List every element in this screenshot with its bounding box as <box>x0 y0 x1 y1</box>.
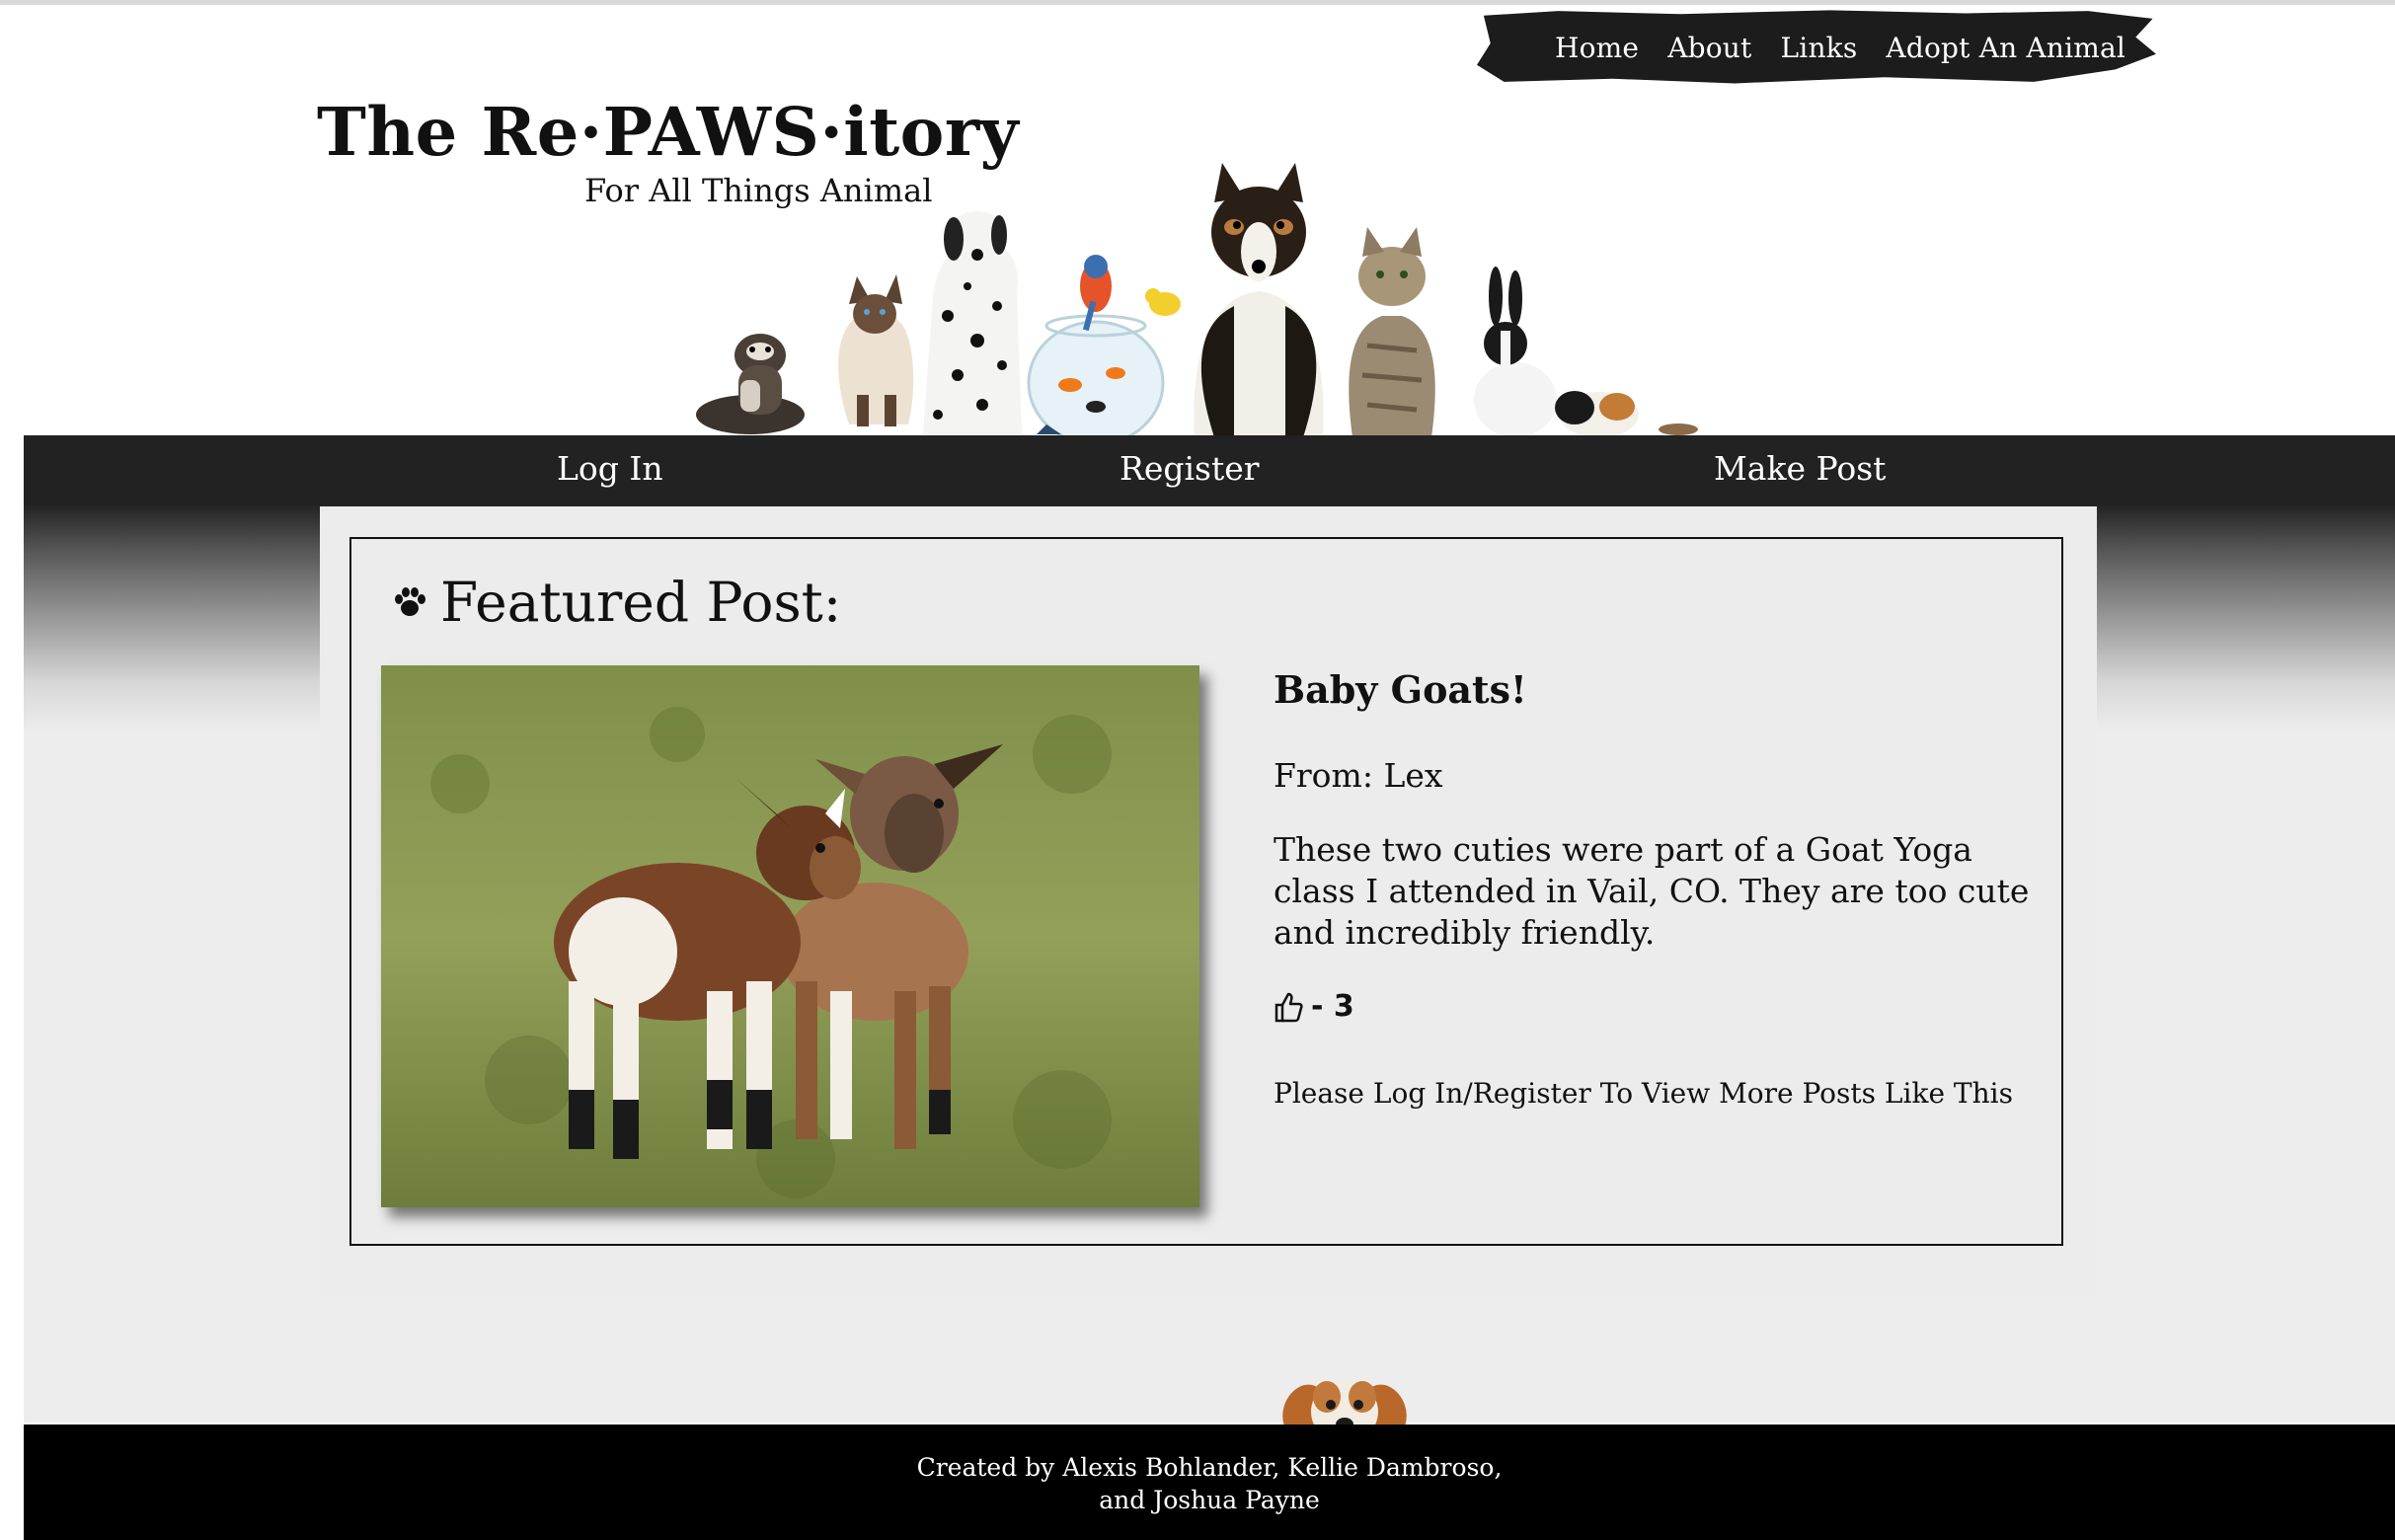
post-body: These two cuties were part of a Goat Yog… <box>1274 830 2030 952</box>
parrot-figure <box>1080 255 1112 332</box>
likes-count: - 3 <box>1311 989 1354 1024</box>
footer-credits-line2: and Joshua Payne <box>1099 1486 1320 1514</box>
fishbowl-figure <box>1027 314 1165 437</box>
window-top-border <box>0 0 2395 5</box>
likes-group: - 3 <box>1274 989 1354 1024</box>
featured-post-image[interactable] <box>381 665 1199 1207</box>
footer-credits-line1: Created by Alexis Bohlander, Kellie Damb… <box>916 1453 1503 1482</box>
ferret-figure <box>696 334 805 434</box>
nav-link-adopt[interactable]: Adopt An Animal <box>1886 32 2125 64</box>
paw-icon <box>395 587 425 616</box>
account-nav: Log In Register Make Post <box>24 435 2395 506</box>
guinea-pig-figure <box>1555 391 1698 437</box>
collie-figure <box>1194 163 1324 437</box>
baby-goats-illustration <box>381 665 1199 1207</box>
footer-credits: Created by Alexis Bohlander, Kellie Damb… <box>24 1451 2395 1516</box>
dalmatian-figure <box>923 211 1022 434</box>
nav-link-home[interactable]: Home <box>1555 32 1639 64</box>
login-link[interactable]: Log In <box>557 449 663 488</box>
nav-link-links[interactable]: Links <box>1781 32 1858 64</box>
top-nav: Home About Links Adopt An Animal <box>1555 26 2125 69</box>
post-title: Baby Goats! <box>1274 667 1527 712</box>
post-author: From: Lex <box>1274 756 1443 795</box>
tabby-cat-figure <box>1349 227 1435 437</box>
nav-link-about[interactable]: About <box>1667 32 1751 64</box>
register-link[interactable]: Register <box>1120 449 1260 488</box>
siamese-cat-figure <box>838 274 914 426</box>
rabbit-figure <box>1474 267 1557 437</box>
hero-animals-image <box>696 163 1698 437</box>
thumbs-up-icon[interactable] <box>1274 991 1303 1023</box>
make-post-link[interactable]: Make Post <box>1714 449 1886 488</box>
canary-figure <box>1145 288 1181 316</box>
login-prompt[interactable]: Please Log In/Register To View More Post… <box>1274 1077 2013 1110</box>
featured-heading: Featured Post: <box>393 571 841 634</box>
featured-heading-text: Featured Post: <box>440 571 842 634</box>
